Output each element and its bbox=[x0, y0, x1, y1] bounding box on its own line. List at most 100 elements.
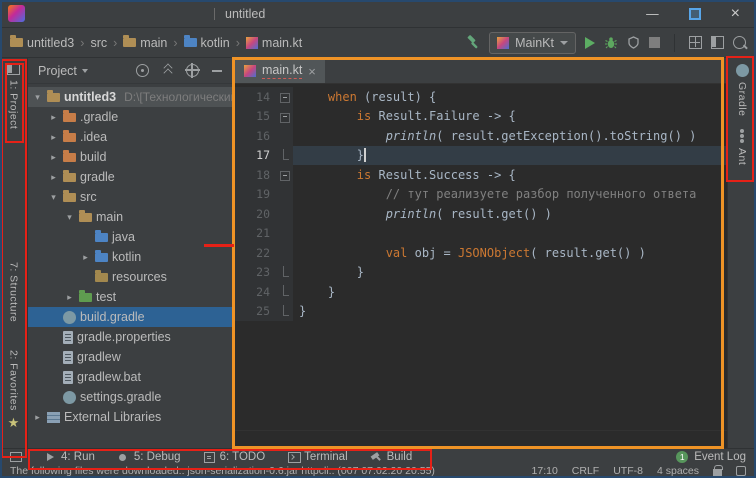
tree-row-build[interactable]: ▸ build bbox=[28, 147, 232, 167]
indent-setting[interactable]: 4 spaces bbox=[657, 465, 699, 477]
code-line[interactable]: 25 } bbox=[233, 302, 727, 322]
collapse-all-icon[interactable] bbox=[161, 64, 174, 77]
tree-row-external-libraries[interactable]: ▸ External Libraries bbox=[28, 407, 232, 427]
close-tab-icon[interactable] bbox=[308, 65, 316, 78]
code-line[interactable]: 22 val obj = JSONObject( result.get() ) bbox=[233, 243, 727, 263]
code-line[interactable]: 21 bbox=[233, 224, 727, 244]
tree-expand-arrow[interactable]: ▸ bbox=[48, 152, 59, 163]
code-segment: Result.Failure -> { bbox=[371, 109, 516, 123]
fold-marker[interactable] bbox=[277, 165, 293, 185]
tool-button-ant[interactable]: Ant bbox=[736, 123, 748, 171]
search-icon[interactable] bbox=[733, 36, 746, 49]
lock-icon[interactable] bbox=[713, 469, 722, 476]
minimize-button[interactable]: — bbox=[646, 7, 659, 21]
event-log-button[interactable]: 1 Event Log bbox=[676, 451, 746, 463]
breadcrumb-item[interactable]: main.kt bbox=[244, 36, 304, 50]
breadcrumb-item[interactable]: src bbox=[88, 36, 109, 50]
tool-button-terminal[interactable]: Terminal bbox=[287, 451, 347, 463]
code-line[interactable]: 15 is Result.Failure -> { bbox=[233, 107, 727, 127]
fold-marker[interactable] bbox=[277, 204, 293, 224]
grid-icon[interactable] bbox=[689, 36, 702, 49]
code-line[interactable]: 23 } bbox=[233, 263, 727, 283]
tool-button-5-debug[interactable]: 5: Debug bbox=[117, 451, 181, 463]
tree-expand-arrow[interactable]: ▸ bbox=[32, 412, 43, 423]
code-line[interactable]: 17 } bbox=[233, 146, 727, 166]
breadcrumb-item[interactable]: untitled3 bbox=[8, 36, 76, 50]
code-line[interactable]: 20 println( result.get() ) bbox=[233, 204, 727, 224]
coverage-button[interactable] bbox=[627, 36, 640, 49]
debug-button[interactable] bbox=[604, 36, 618, 50]
code-line[interactable]: 24 } bbox=[233, 282, 727, 302]
tree-expand-arrow[interactable]: ▸ bbox=[80, 252, 91, 263]
tree-expand-arrow[interactable]: ▾ bbox=[32, 92, 43, 103]
locate-file-icon[interactable] bbox=[136, 64, 149, 77]
tree-expand-arrow[interactable]: ▾ bbox=[48, 192, 59, 203]
tree-expand-arrow[interactable]: ▸ bbox=[48, 172, 59, 183]
run-button[interactable] bbox=[585, 37, 595, 49]
kotlin-icon bbox=[497, 37, 509, 49]
close-button[interactable]: × bbox=[731, 6, 740, 22]
code-text: val obj = JSONObject( result.get() ) bbox=[293, 246, 727, 260]
tree-expand-arrow[interactable]: ▸ bbox=[48, 112, 59, 123]
fold-marker[interactable] bbox=[277, 282, 293, 302]
build-hammer-icon[interactable] bbox=[465, 35, 480, 50]
caret-position[interactable]: 17:10 bbox=[532, 465, 558, 477]
inspections-icon[interactable] bbox=[736, 466, 746, 476]
run-configuration-select[interactable]: MainKt bbox=[489, 32, 576, 54]
hide-panel-icon[interactable] bbox=[211, 64, 224, 77]
editor-tab-main-kt[interactable]: main.kt bbox=[235, 59, 325, 83]
tree-row-kotlin[interactable]: ▸ kotlin bbox=[28, 247, 232, 267]
line-separator[interactable]: CRLF bbox=[572, 465, 599, 477]
tree-row-gradle[interactable]: ▸ gradle bbox=[28, 167, 232, 187]
code-line[interactable]: 16 println( result.getException().toStri… bbox=[233, 126, 727, 146]
fold-marker[interactable] bbox=[277, 263, 293, 283]
tree-expand-arrow[interactable]: ▸ bbox=[64, 292, 75, 303]
maximize-button[interactable] bbox=[689, 8, 701, 20]
tool-button-build[interactable]: Build bbox=[370, 451, 413, 463]
tree-row-src[interactable]: ▾ src bbox=[28, 187, 232, 207]
tool-windows-icon[interactable] bbox=[711, 36, 724, 49]
code-line[interactable]: 14 when (result) { bbox=[233, 87, 727, 107]
code-line[interactable]: 19 // тут реализуете разбор полученного … bbox=[233, 185, 727, 205]
tree-row-gradle-properties[interactable]: gradle.properties bbox=[28, 327, 232, 347]
tool-button-6-todo[interactable]: 6: TODO bbox=[203, 451, 266, 463]
fold-marker[interactable] bbox=[277, 146, 293, 166]
breadcrumb-item[interactable]: main bbox=[121, 36, 169, 50]
code-area[interactable]: 14 when (result) { 15 is Result.Failure … bbox=[233, 84, 727, 430]
tree-row-build-gradle[interactable]: build.gradle bbox=[28, 307, 232, 327]
tool-button-favorites[interactable]: 2: Favorites bbox=[8, 344, 20, 436]
tree-expand-arrow[interactable]: ▾ bbox=[64, 212, 75, 223]
tree-row-gradlew[interactable]: gradlew bbox=[28, 347, 232, 367]
tree-row--idea[interactable]: ▸ .idea bbox=[28, 127, 232, 147]
breadcrumb-item[interactable]: kotlin bbox=[182, 36, 232, 50]
tree-row-java[interactable]: java bbox=[28, 227, 232, 247]
code-segment bbox=[299, 129, 386, 143]
tool-button-project[interactable]: 1: Project bbox=[7, 58, 20, 135]
folder-icon bbox=[10, 38, 23, 47]
tree-row-untitled3[interactable]: ▾ untitled3 D:\[Технологический... bbox=[28, 87, 232, 107]
fold-marker[interactable] bbox=[277, 87, 293, 107]
toolwindow-switcher-icon[interactable] bbox=[10, 452, 22, 462]
code-line[interactable]: 18 is Result.Success -> { bbox=[233, 165, 727, 185]
tree-expand-arrow[interactable]: ▸ bbox=[48, 132, 59, 143]
stop-button[interactable] bbox=[649, 37, 660, 48]
tree-row-resources[interactable]: resources bbox=[28, 267, 232, 287]
tool-button-4-run[interactable]: 4: Run bbox=[44, 451, 95, 463]
project-panel-title[interactable]: Project bbox=[38, 64, 77, 78]
fold-marker[interactable] bbox=[277, 126, 293, 146]
fold-marker[interactable] bbox=[277, 302, 293, 322]
tree-row-main[interactable]: ▾ main bbox=[28, 207, 232, 227]
file-encoding[interactable]: UTF-8 bbox=[613, 465, 643, 477]
fold-marker[interactable] bbox=[277, 243, 293, 263]
tree-row-settings-gradle[interactable]: settings.gradle bbox=[28, 387, 232, 407]
tool-button-gradle[interactable]: Gradle bbox=[736, 58, 749, 123]
fold-marker[interactable] bbox=[277, 224, 293, 244]
tree-row--gradle[interactable]: ▸ .gradle bbox=[28, 107, 232, 127]
tool-button-structure[interactable]: 7: Structure bbox=[8, 256, 20, 328]
code-segment: } bbox=[299, 265, 364, 279]
gear-icon[interactable] bbox=[186, 64, 199, 77]
fold-marker[interactable] bbox=[277, 107, 293, 127]
fold-marker[interactable] bbox=[277, 185, 293, 205]
tree-row-test[interactable]: ▸ test bbox=[28, 287, 232, 307]
tree-row-gradlew-bat[interactable]: gradlew.bat bbox=[28, 367, 232, 387]
